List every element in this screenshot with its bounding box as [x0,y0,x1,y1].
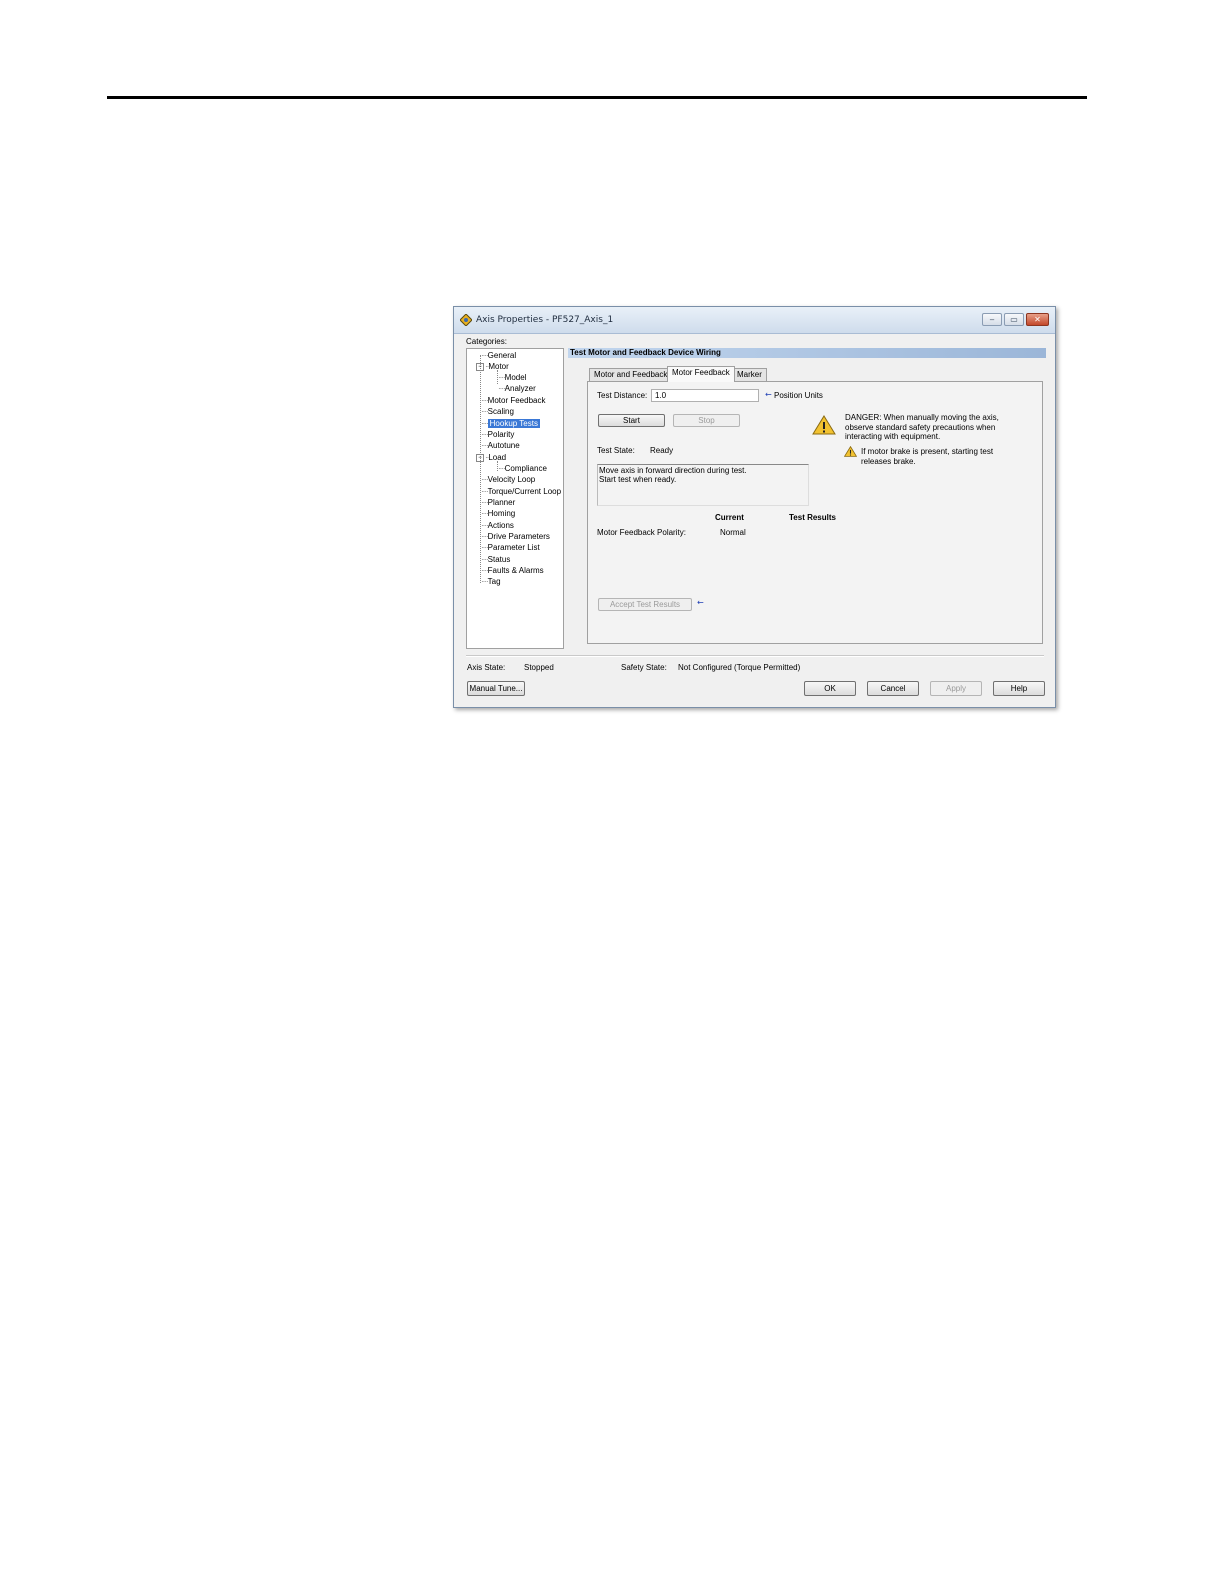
axis-state-label: Axis State: [467,663,506,672]
accept-test-results-button[interactable]: Accept Test Results [598,598,692,611]
test-distance-input[interactable]: 1.0 [651,389,759,402]
tab-motor-and-feedback[interactable]: Motor and Feedback [589,368,673,381]
test-state-label: Test State: [597,446,635,455]
tree-item-planner[interactable]: ····Planner [481,498,515,508]
apply-button[interactable]: Apply [930,681,982,696]
tree-item-faults-alarms[interactable]: ····Faults & Alarms [481,566,544,576]
tree-item-parameter-list[interactable]: ····Parameter List [481,543,540,553]
tree-item-status[interactable]: ····Status [481,555,510,565]
safety-state-value: Not Configured (Torque Permitted) [678,663,801,672]
tree-item-general[interactable]: ····General [481,351,516,361]
help-button[interactable]: Help [993,681,1045,696]
maximize-button[interactable]: ▭ [1004,313,1024,326]
pending-edit-arrow-icon: ← [697,598,704,607]
stop-button[interactable]: Stop [673,414,740,427]
tree-item-torque-current-loop[interactable]: ····Torque/Current Loop [481,487,561,497]
message-line: Start test when ready. [599,475,677,484]
window-title: Axis Properties - PF527_Axis_1 [476,315,614,325]
motor-feedback-tab-panel: Test Distance: 1.0 ← Position Units Star… [587,381,1043,644]
danger-line: observe standard safety precautions when [845,422,996,432]
position-units-label: Position Units [774,391,823,400]
tree-item-polarity[interactable]: ····Polarity [481,430,514,440]
tree-item-homing[interactable]: ····Homing [481,509,515,519]
tree-item-analyzer[interactable]: ····Analyzer [498,384,536,394]
current-column-header: Current [715,513,744,522]
message-line: Move axis in forward direction during te… [599,466,747,475]
tree-item-load[interactable]: − ··Load [476,453,506,463]
test-state-value: Ready [650,446,674,455]
tree-item-velocity-loop[interactable]: ····Velocity Loop [481,475,535,485]
brake-warning-text: If motor brake is present, starting test… [861,447,993,466]
tree-item-model[interactable]: ····Model [498,373,526,383]
categories-label: Categories: [466,337,507,346]
app-icon [460,314,472,326]
minimize-button[interactable]: ‒ [982,313,1002,326]
title-bar[interactable]: Axis Properties - PF527_Axis_1 ‒ ▭ ✕ [454,307,1055,334]
categories-tree[interactable]: ····General − ··Motor ····Model ····Analy… [466,348,564,649]
section-title: Test Motor and Feedback Device Wiring [568,348,1046,358]
tree-item-actions[interactable]: ····Actions [481,521,514,531]
ok-button[interactable]: OK [804,681,856,696]
tree-item-compliance[interactable]: ····Compliance [498,464,547,474]
tree-item-autotune[interactable]: ····Autotune [481,441,520,451]
test-distance-label: Test Distance: [597,391,648,400]
tab-marker[interactable]: Marker [732,368,767,381]
test-message-box: Move axis in forward direction during te… [597,464,809,506]
divider [466,655,1044,657]
danger-line: DANGER: When manually moving the axis, [845,413,999,422]
safety-state-label: Safety State: [621,663,667,672]
tree-item-motor[interactable]: − ··Motor [476,362,509,372]
tab-motor-feedback[interactable]: Motor Feedback [667,366,735,382]
brake-line: releases brake. [861,456,916,466]
polarity-current-value: Normal [720,528,746,537]
danger-warning-text: DANGER: When manually moving the axis, o… [845,413,999,442]
warning-icon [812,415,836,435]
danger-line: interacting with equipment. [845,432,941,441]
tree-item-motor-feedback[interactable]: ····Motor Feedback [481,396,545,406]
tree-item-tag[interactable]: ····Tag [481,577,501,587]
motor-feedback-polarity-label: Motor Feedback Polarity: [597,528,686,537]
brake-line: If motor brake is present, starting test [861,447,994,456]
pending-edit-arrow-icon: ← [765,390,772,399]
axis-state-value: Stopped [524,663,554,672]
collapse-icon[interactable]: − [476,363,484,371]
cancel-button[interactable]: Cancel [867,681,919,696]
page-top-rule [107,96,1087,99]
tree-item-scaling[interactable]: ····Scaling [481,407,514,417]
collapse-icon[interactable]: − [476,454,484,462]
brake-warning-icon [844,446,857,457]
start-button[interactable]: Start [598,414,665,427]
tree-item-hookup-tests[interactable]: ···· Hookup Tests [481,419,540,429]
close-button[interactable]: ✕ [1026,313,1049,326]
tree-item-drive-parameters[interactable]: ····Drive Parameters [481,532,550,542]
manual-tune-button[interactable]: Manual Tune... [467,681,525,696]
test-results-column-header: Test Results [789,513,836,522]
axis-properties-dialog: Axis Properties - PF527_Axis_1 ‒ ▭ ✕ Cat… [453,306,1056,708]
